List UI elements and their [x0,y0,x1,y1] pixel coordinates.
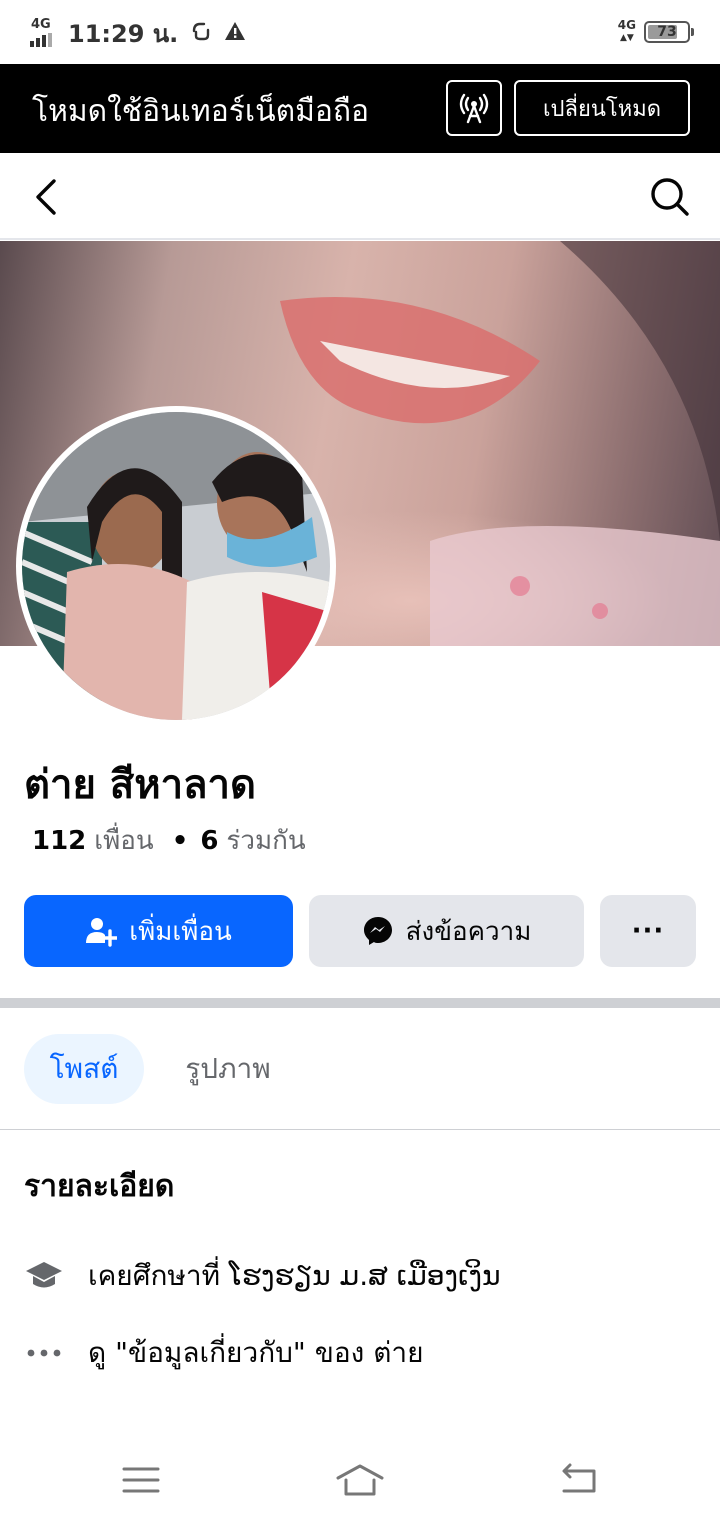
friends-count: 112 [32,825,87,856]
status-time: 11:29 น. [68,20,179,48]
mutual-friends-label: ร่วมกัน [226,826,306,856]
mutual-friends-count: 6 [200,825,219,856]
profile-avatar[interactable] [16,406,336,726]
network-type: 4G [31,16,51,32]
tab-photos[interactable]: รูปภาพ [168,1034,288,1104]
profile-name: ต่าย สีหาลาด [24,762,256,808]
add-friend-button[interactable]: เพิ่มเพื่อน [24,895,293,967]
battery-icon: 73 [644,21,694,43]
warning-icon [224,21,246,46]
menu-icon[interactable] [116,1460,166,1500]
status-right: 4G ▲▼ 73 [617,18,694,44]
tabs-divider [0,1129,720,1130]
battery-level: 73 [657,24,677,40]
messenger-icon [363,917,392,945]
mobile-data-banner: โหมดใช้อินเทอร์เน็ตมือถือ เปลี่ยนโหมด [0,64,720,153]
separator-dot: • [171,825,189,856]
top-nav-bar [0,153,720,240]
message-button[interactable]: ส่งข้อความ [309,895,584,967]
hand-gesture-icon [190,20,212,47]
more-dots-icon [24,1333,64,1373]
education-row: เคยศึกษาที่ ໂຮງຮຽນ ມ.ສ ເມືອງເງິນ [24,1254,501,1298]
about-info-row[interactable]: ดู "ข้อมูลเกี่ยวกับ" ของ ต่าย [24,1331,424,1375]
details-heading: รายละเอียด [24,1169,175,1204]
system-nav-bar [0,1440,720,1520]
back-icon[interactable] [554,1460,604,1500]
status-left: 4G 11:29 น. [30,14,246,53]
friends-summary[interactable]: 112 เพื่อน • 6 ร่วมกัน [32,820,306,861]
about-info-link[interactable]: ดู "ข้อมูลเกี่ยวกับ" ของ ต่าย [88,1331,424,1375]
friends-label: เพื่อน [94,826,154,856]
graduation-cap-icon [24,1256,64,1296]
add-friend-icon [86,918,118,947]
back-arrow-icon[interactable] [28,175,68,219]
message-label: ส่งข้อความ [405,916,532,947]
search-icon[interactable] [648,175,692,219]
broadcast-tower-icon[interactable] [446,80,502,136]
more-options-button[interactable]: ··· [600,895,696,967]
switch-mode-button[interactable]: เปลี่ยนโหมด [514,80,690,136]
tab-posts[interactable]: โพสต์ [24,1034,144,1104]
data-indicator-icon: 4G ▲▼ [617,18,636,43]
section-divider [0,998,720,1008]
education-text: เคยศึกษาที่ ໂຮງຮຽນ ມ.ສ ເມືອງເງິນ [88,1259,501,1292]
home-icon[interactable] [335,1460,385,1500]
add-friend-label: เพิ่มเพื่อน [129,916,232,947]
signal-icon: 4G [30,16,60,49]
status-bar: 4G 11:29 น. 4G ▲▼ 73 [0,0,720,64]
mode-text: โหมดใช้อินเทอร์เน็ตมือถือ [32,94,370,129]
